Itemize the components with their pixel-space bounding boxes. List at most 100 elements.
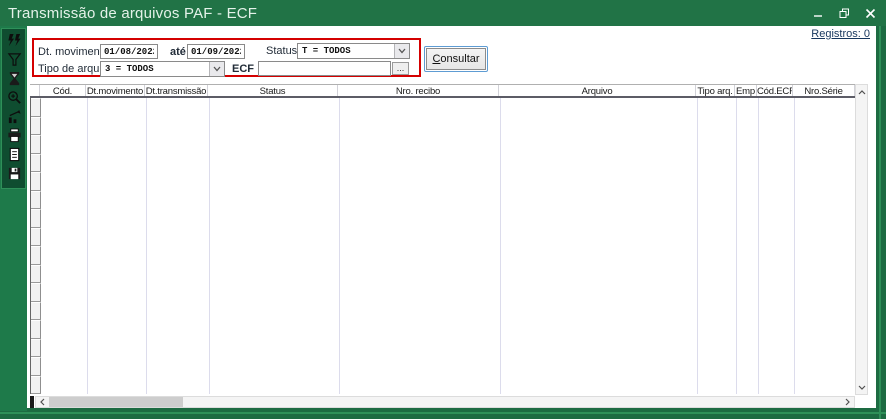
status-dropdown-button[interactable] bbox=[394, 44, 409, 58]
minimize-button[interactable] bbox=[810, 6, 826, 20]
restore-icon bbox=[839, 8, 850, 19]
print-button[interactable] bbox=[2, 126, 27, 145]
consultar-button-focus-ring: Consultar bbox=[424, 46, 488, 72]
consultar-button[interactable]: Consultar bbox=[426, 48, 486, 70]
save-button[interactable] bbox=[2, 164, 27, 183]
column-header-dt-transmiss-o[interactable]: Dt.transmissão bbox=[145, 85, 208, 96]
dt-movimento-label: Dt. movimento bbox=[38, 46, 109, 58]
row-indicator-cell bbox=[31, 339, 41, 358]
row-indicator-cell bbox=[31, 265, 41, 284]
consultar-rest: onsultar bbox=[440, 53, 479, 65]
table-body bbox=[30, 98, 855, 394]
horizontal-scrollbar[interactable] bbox=[35, 396, 855, 408]
row-indicator-cell bbox=[31, 376, 41, 395]
print-icon bbox=[7, 128, 22, 143]
column-header-tipo-arq-[interactable]: Tipo arq. bbox=[696, 85, 735, 96]
grid-line bbox=[146, 98, 147, 394]
row-indicator-column bbox=[31, 98, 41, 394]
horizontal-scrollbar-thumb[interactable] bbox=[49, 397, 183, 407]
vertical-scrollbar[interactable] bbox=[855, 84, 868, 395]
ate-label: até bbox=[170, 46, 186, 58]
tipo-arquivo-value: 3 = TODOS bbox=[101, 62, 209, 76]
row-indicator-cell bbox=[31, 117, 41, 136]
status-select[interactable]: T = TODOS bbox=[297, 43, 410, 59]
grid-line bbox=[794, 98, 795, 394]
chart-button[interactable] bbox=[2, 107, 27, 126]
row-indicator-cell bbox=[31, 320, 41, 339]
window-border bbox=[879, 26, 881, 419]
column-header-nro-s-rie[interactable]: Nro.Série bbox=[793, 85, 855, 96]
close-button[interactable] bbox=[862, 6, 878, 20]
tipo-arquivo-dropdown-button[interactable] bbox=[209, 62, 224, 76]
row-indicator-cell bbox=[31, 98, 41, 117]
minimize-icon bbox=[813, 8, 823, 18]
status-label: Status bbox=[266, 45, 297, 57]
tipo-arquivo-select[interactable]: 3 = TODOS bbox=[100, 61, 225, 77]
ecf-label: ECF bbox=[232, 63, 254, 75]
row-indicator-cell bbox=[31, 246, 41, 265]
chevron-up-icon bbox=[858, 90, 866, 95]
ecf-lookup-button[interactable]: ... bbox=[392, 62, 409, 75]
row-indicator-cell bbox=[31, 357, 41, 376]
filter-button[interactable] bbox=[2, 50, 27, 69]
scroll-up-button[interactable] bbox=[856, 85, 867, 99]
chart-icon bbox=[7, 109, 22, 124]
title-bar[interactable]: Transmissão de arquivos PAF - ECF bbox=[0, 0, 886, 26]
toolbar-sidebar bbox=[0, 26, 27, 411]
column-header-status[interactable]: Status bbox=[208, 85, 338, 96]
row-indicator-cell bbox=[31, 302, 41, 321]
column-header-nro-recibo[interactable]: Nro. recibo bbox=[338, 85, 499, 96]
date-end-input[interactable] bbox=[187, 44, 245, 59]
close-icon bbox=[865, 8, 876, 19]
column-header-dt-movimento[interactable]: Dt.movimento bbox=[86, 85, 145, 96]
hourglass-icon bbox=[7, 71, 22, 86]
row-indicator-cell bbox=[31, 172, 41, 191]
refresh-icon bbox=[7, 33, 22, 48]
window-title: Transmissão de arquivos PAF - ECF bbox=[0, 5, 257, 22]
status-value: T = TODOS bbox=[298, 44, 394, 58]
grid-splitter[interactable] bbox=[30, 396, 34, 408]
main-content: Registros: 0 Dt. movimento até Status T … bbox=[27, 26, 876, 408]
refresh-button[interactable] bbox=[2, 31, 27, 50]
grid-line bbox=[87, 98, 88, 394]
zoom-button[interactable] bbox=[2, 88, 27, 107]
column-header-c-d-ecf[interactable]: Cód.ECF bbox=[757, 85, 793, 96]
ecf-input[interactable] bbox=[258, 61, 391, 76]
chevron-down-icon bbox=[213, 66, 221, 72]
chevron-left-icon bbox=[40, 398, 45, 406]
grid-line bbox=[339, 98, 340, 394]
wait-button[interactable] bbox=[2, 69, 27, 88]
report-button[interactable] bbox=[2, 145, 27, 164]
row-indicator-cell bbox=[31, 283, 41, 302]
filter-icon bbox=[7, 52, 22, 67]
row-indicator-cell bbox=[31, 154, 41, 173]
scroll-down-button[interactable] bbox=[856, 380, 867, 394]
chevron-down-icon bbox=[858, 385, 866, 390]
restore-button[interactable] bbox=[836, 6, 852, 20]
column-header-emp[interactable]: Emp bbox=[735, 85, 757, 96]
grid-line bbox=[758, 98, 759, 394]
grid-line bbox=[209, 98, 210, 394]
chevron-down-icon bbox=[398, 48, 406, 54]
row-indicator-cell bbox=[31, 209, 41, 228]
row-indicator-cell bbox=[31, 191, 41, 210]
grid-line bbox=[736, 98, 737, 394]
column-header-c-d-[interactable]: Cód. bbox=[40, 85, 86, 96]
chevron-right-icon bbox=[845, 398, 850, 406]
zoom-icon bbox=[7, 90, 22, 105]
scroll-right-button[interactable] bbox=[841, 397, 854, 407]
scroll-left-button[interactable] bbox=[36, 397, 49, 407]
grid-line bbox=[697, 98, 698, 394]
column-header-indicator[interactable] bbox=[30, 85, 40, 96]
save-icon bbox=[7, 166, 22, 181]
column-header-arquivo[interactable]: Arquivo bbox=[499, 85, 696, 96]
registros-link[interactable]: Registros: 0 bbox=[811, 28, 870, 40]
toolbar-icon-panel bbox=[1, 28, 26, 189]
table-header: Cód.Dt.movimentoDt.transmissãoStatusNro.… bbox=[30, 84, 855, 98]
app-window: Transmissão de arquivos PAF - ECF bbox=[0, 0, 886, 419]
grid-line bbox=[500, 98, 501, 394]
window-border bbox=[0, 412, 886, 414]
filter-panel: Dt. movimento até Status T = TODOS Tipo … bbox=[32, 38, 421, 77]
date-start-input[interactable] bbox=[100, 44, 158, 59]
row-indicator-cell bbox=[31, 135, 41, 154]
